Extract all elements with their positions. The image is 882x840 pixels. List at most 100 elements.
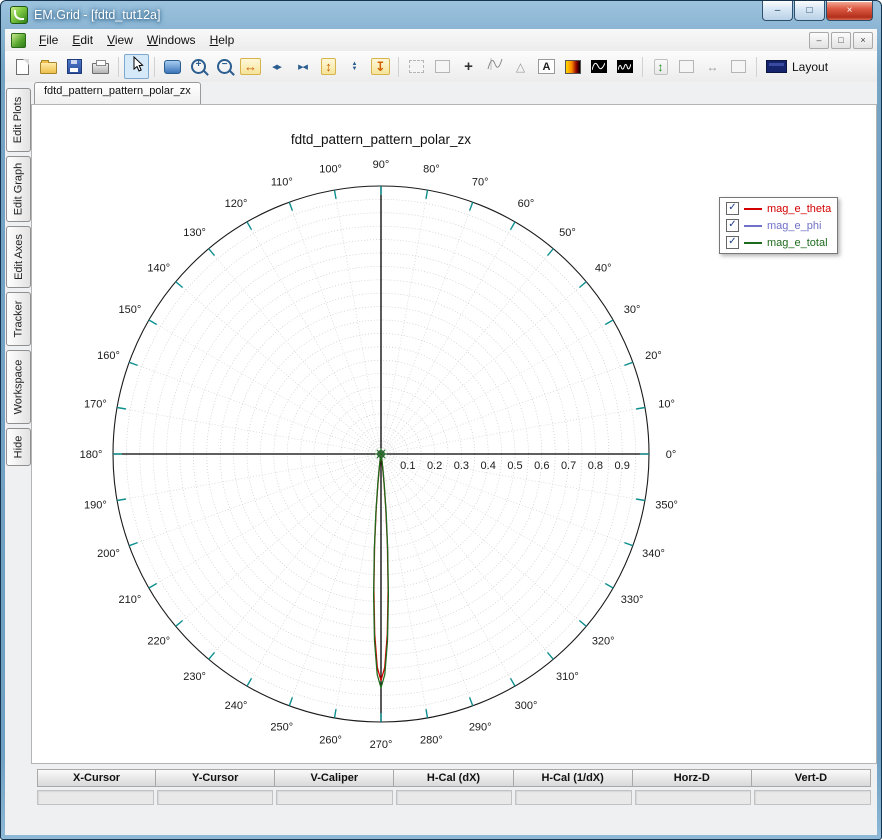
save-button[interactable]: [62, 54, 87, 79]
zoom-region-button[interactable]: [160, 54, 185, 79]
expand-horizontal-button[interactable]: ↔: [700, 54, 725, 79]
placeholder-box-1-button[interactable]: [674, 54, 699, 79]
svg-text:0.8: 0.8: [588, 460, 603, 472]
placeholder-box-2-button[interactable]: [726, 54, 751, 79]
sidebar-tab-tracker[interactable]: Tracker: [6, 292, 31, 346]
svg-text:250°: 250°: [270, 722, 293, 734]
legend-item: ✓ mag_e_phi: [726, 218, 831, 233]
svg-text:100°: 100°: [319, 163, 342, 175]
svg-text:210°: 210°: [119, 594, 142, 606]
menu-edit[interactable]: Edit: [65, 31, 100, 49]
toolbar-separator: [118, 57, 119, 77]
waveform-2-button[interactable]: [612, 54, 637, 79]
sidebar-tab-label: Edit Graph: [13, 163, 25, 216]
open-file-button[interactable]: [36, 54, 61, 79]
pan-vertical-icon: ▲▼: [352, 62, 358, 72]
checkbox-icon[interactable]: ✓: [726, 219, 739, 232]
svg-text:130°: 130°: [183, 227, 206, 239]
sidebar-tab-edit-axes[interactable]: Edit Axes: [6, 226, 31, 288]
cursor-value-cell: [635, 790, 752, 805]
cursor-column-header: Y-Cursor: [156, 769, 275, 787]
fit-width-icon: ↔: [240, 58, 261, 75]
cursor-column-header: H-Cal (dX): [394, 769, 513, 787]
region-solid-icon: [435, 60, 450, 73]
text-tool-icon: A: [538, 59, 555, 74]
dock-bottom-button[interactable]: ↧: [368, 54, 393, 79]
curve-fit-button[interactable]: [482, 54, 507, 79]
pan-vertical-button[interactable]: ▲▼: [342, 54, 367, 79]
svg-text:200°: 200°: [97, 548, 120, 560]
svg-text:0.5: 0.5: [507, 460, 522, 472]
checkbox-icon[interactable]: ✓: [726, 236, 739, 249]
select-pointer-button[interactable]: [124, 54, 149, 79]
menu-file[interactable]: File: [32, 31, 65, 49]
legend-line-swatch: [744, 208, 762, 210]
waveform-1-button[interactable]: [586, 54, 611, 79]
sidebar-tab-edit-graph[interactable]: Edit Graph: [6, 156, 31, 222]
toolbar-separator: [756, 57, 757, 77]
mdi-window-controls: –□×: [809, 32, 873, 49]
svg-text:30°: 30°: [624, 304, 641, 316]
sidebar-tab-strip: Edit Plots Edit Graph Edit Axes Tracker Work…: [5, 82, 31, 835]
fit-height-button[interactable]: ↕: [316, 54, 341, 79]
print-icon: [92, 63, 109, 74]
placeholder-box-2-icon: [731, 60, 746, 73]
layout-label[interactable]: Layout: [792, 60, 828, 74]
expand-horizontal-icon: ↔: [707, 60, 719, 74]
mdi-minimize-button[interactable]: –: [809, 32, 829, 49]
colormap-button[interactable]: [560, 54, 585, 79]
sidebar-tab-label: Edit Plots: [13, 97, 25, 143]
maximize-button[interactable]: □: [794, 1, 825, 21]
document-tab[interactable]: fdtd_pattern_pattern_polar_zx: [34, 82, 201, 104]
cursor-value-cell: [37, 790, 154, 805]
sidebar-tab-hide[interactable]: Hide: [6, 428, 31, 466]
dock-bottom-icon: ↧: [371, 58, 390, 75]
svg-text:0.1: 0.1: [400, 460, 415, 472]
legend-label: mag_e_total: [767, 237, 828, 249]
svg-text:150°: 150°: [119, 304, 142, 316]
svg-text:110°: 110°: [271, 177, 293, 189]
layout-icon: [766, 60, 787, 73]
collapse-horizontal-button[interactable]: ▶◀: [290, 54, 315, 79]
region-dashed-button[interactable]: [404, 54, 429, 79]
svg-text:120°: 120°: [225, 198, 248, 210]
menu-view[interactable]: View: [100, 31, 140, 49]
svg-text:270°: 270°: [370, 739, 393, 751]
zoom-in-button[interactable]: +: [186, 54, 211, 79]
menu-help[interactable]: Help: [203, 31, 242, 49]
sidebar-tab-edit-plots[interactable]: Edit Plots: [6, 88, 31, 152]
zoom-region-icon: [164, 60, 181, 74]
mdi-close-button[interactable]: ×: [853, 32, 873, 49]
crosshair-button[interactable]: +: [456, 54, 481, 79]
svg-text:90°: 90°: [373, 159, 390, 171]
zoom-out-button[interactable]: −: [212, 54, 237, 79]
checkbox-icon[interactable]: ✓: [726, 202, 739, 215]
select-pointer-icon: [130, 56, 144, 77]
triangle-marker-button[interactable]: △: [508, 54, 533, 79]
cursor-table-headers: X-CursorY-CursorV-CaliperH-Cal (dX)H-Cal…: [37, 769, 871, 787]
new-document-button[interactable]: [10, 54, 35, 79]
menu-windows[interactable]: Windows: [140, 31, 203, 49]
text-tool-button[interactable]: A: [534, 54, 559, 79]
cursor-table-values: [37, 790, 871, 805]
collapse-horizontal-icon: ▶◀: [298, 63, 307, 71]
waveform-1-icon: [591, 60, 607, 73]
mdi-restore-button[interactable]: □: [831, 32, 851, 49]
minimize-button[interactable]: –: [762, 1, 793, 21]
toolbar: +−↔◀▶▶◀↕▲▼↧+△A↕↔Layout: [5, 51, 877, 83]
svg-text:240°: 240°: [225, 700, 248, 712]
legend-label: mag_e_phi: [767, 220, 821, 232]
sidebar-tab-workspace[interactable]: Workspace: [6, 350, 31, 424]
expand-vertical-button[interactable]: ↕: [648, 54, 673, 79]
svg-text:290°: 290°: [469, 722, 492, 734]
cursor-column-header: H-Cal (1/dX): [514, 769, 633, 787]
close-button[interactable]: ×: [826, 1, 873, 21]
pan-horizontal-button[interactable]: ◀▶: [264, 54, 289, 79]
region-solid-button[interactable]: [430, 54, 455, 79]
main-content: fdtd_pattern_pattern_polar_zx 0°10°20°30…: [31, 82, 877, 835]
svg-text:0.3: 0.3: [454, 460, 469, 472]
print-button[interactable]: [88, 54, 113, 79]
fit-width-button[interactable]: ↔: [238, 54, 263, 79]
menu-items: FileEditViewWindowsHelp: [32, 31, 241, 49]
document-logo-icon: [11, 33, 26, 48]
